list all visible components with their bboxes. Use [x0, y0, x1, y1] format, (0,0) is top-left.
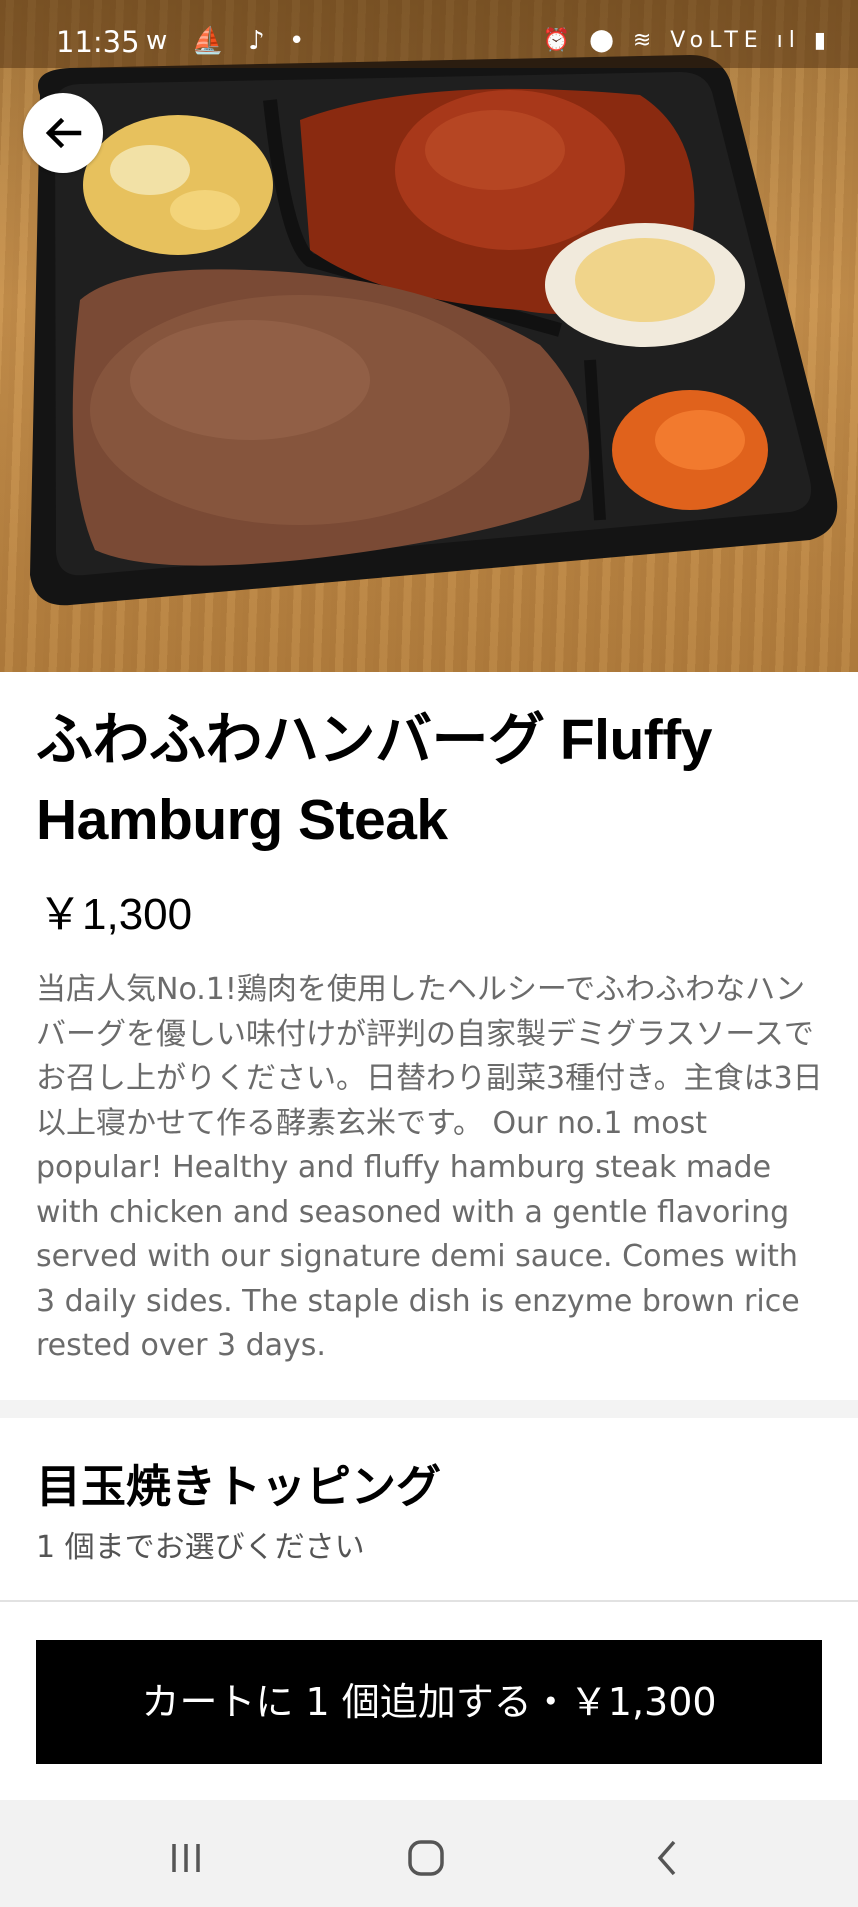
- bento-tray-illustration: [30, 55, 838, 606]
- status-bar: 11:35 w ⛵ ♪ • ⏰ ⬤ ≋ VoLTE ıl ▮: [0, 0, 858, 68]
- status-time: 11:35: [56, 25, 140, 59]
- home-button[interactable]: [396, 1828, 456, 1888]
- system-status-icons: ⏰ ⬤ ≋ VoLTE ıl ▮: [542, 28, 832, 53]
- home-icon: [408, 1840, 444, 1876]
- notification-icons: w ⛵ ♪ •: [146, 26, 313, 56]
- recents-button[interactable]: [156, 1828, 216, 1888]
- option-group-title[interactable]: 目玉焼きトッピング: [36, 1456, 441, 1518]
- recents-icon: [172, 1844, 200, 1872]
- item-photo: 11:35 w ⛵ ♪ • ⏰ ⬤ ≋ VoLTE ıl ▮: [0, 0, 858, 672]
- back-button[interactable]: [23, 93, 103, 173]
- chevron-left-icon: [657, 1840, 676, 1876]
- item-title: ふわふわハンバーグ Fluffy Hamburg Steak: [36, 708, 712, 852]
- divider: [0, 1600, 858, 1602]
- section-divider: [0, 1400, 858, 1418]
- arrow-left-icon: [45, 117, 82, 149]
- item-description: 当店人気No.1!鶏肉を使用したヘルシーでふわふわなハンバーグを優しい味付けが評…: [36, 972, 823, 1363]
- add-to-cart-button[interactable]: カートに 1 個追加する・￥1,300: [36, 1640, 822, 1764]
- system-back-button[interactable]: [638, 1828, 698, 1888]
- system-navigation-bar: [0, 1800, 858, 1907]
- item-price: ￥1,300: [38, 890, 193, 939]
- option-group-subtitle: 1 個までお選びください: [36, 1530, 365, 1565]
